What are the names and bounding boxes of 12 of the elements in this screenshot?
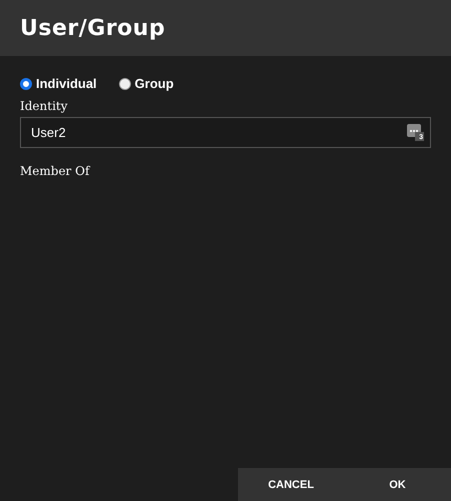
radio-button[interactable] <box>118 78 131 90</box>
field-value: User2 <box>31 125 66 140</box>
window-title: User/Group <box>20 16 166 40</box>
radio-option[interactable]: Individual <box>20 76 97 91</box>
section-label: Member Of <box>20 164 92 178</box>
dialog-button[interactable]: CANCEL <box>238 468 344 501</box>
radio-button[interactable] <box>20 78 32 90</box>
radio-option[interactable]: Group <box>118 76 174 91</box>
dialog-button[interactable]: OK <box>344 468 451 501</box>
radio-label: Group <box>134 76 174 91</box>
field-label: Identity <box>20 99 69 113</box>
radio-label: Individual <box>36 76 97 91</box>
